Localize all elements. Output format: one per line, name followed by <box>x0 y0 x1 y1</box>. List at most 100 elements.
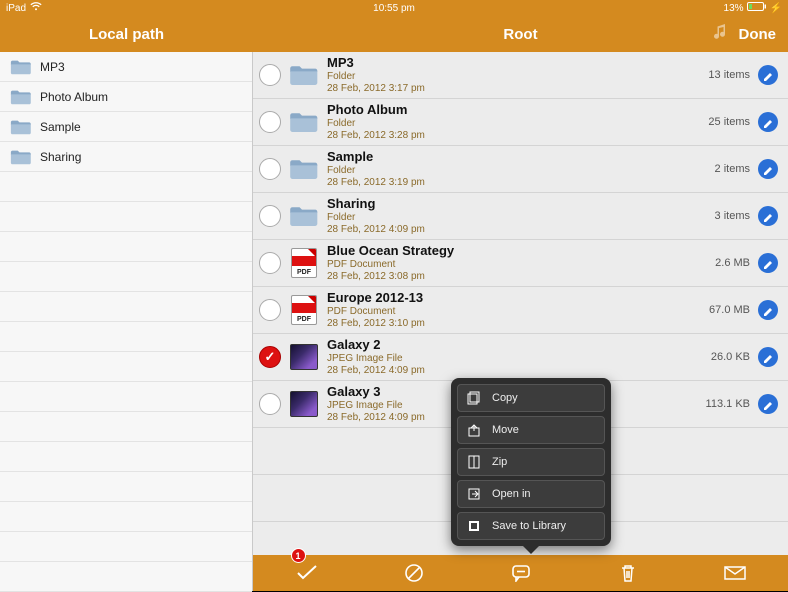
file-kind: PDF Document <box>327 259 715 271</box>
selection-circle[interactable] <box>259 299 281 321</box>
popover-item-icon <box>466 519 482 533</box>
file-date: 28 Feb, 2012 4:09 pm <box>327 224 715 236</box>
info-button[interactable] <box>758 159 778 179</box>
sidebar-item[interactable]: MP3 <box>0 52 252 82</box>
action-button[interactable] <box>501 555 541 591</box>
file-date: 28 Feb, 2012 3:17 pm <box>327 83 708 95</box>
info-button[interactable] <box>758 347 778 367</box>
content-title: Root <box>503 26 537 43</box>
sidebar-item-label: Sharing <box>40 150 81 164</box>
file-thumb <box>289 156 319 182</box>
file-kind: Folder <box>327 165 715 177</box>
pdf-icon: PDF <box>291 248 317 278</box>
popover-item-icon <box>466 455 482 469</box>
device-label: iPad <box>6 3 26 14</box>
content-header: Root Done <box>253 16 788 52</box>
wifi-icon <box>30 2 42 14</box>
file-row[interactable]: MP3 Folder 28 Feb, 2012 3:17 pm 13 items <box>253 52 788 99</box>
file-meta: 26.0 KB <box>711 351 750 363</box>
file-date: 28 Feb, 2012 3:19 pm <box>327 177 715 189</box>
file-name: Photo Album <box>327 102 708 118</box>
sidebar-item[interactable]: Photo Album <box>0 82 252 112</box>
file-row[interactable]: Sharing Folder 28 Feb, 2012 4:09 pm 3 it… <box>253 193 788 240</box>
sidebar-title: Local path <box>89 26 164 43</box>
file-kind: JPEG Image File <box>327 353 711 365</box>
file-thumb <box>289 109 319 135</box>
selection-circle[interactable] <box>259 205 281 227</box>
selection-badge: 1 <box>291 548 306 563</box>
popover-item-label: Copy <box>492 392 518 404</box>
folder-icon <box>10 119 32 135</box>
done-button[interactable]: Done <box>739 26 777 43</box>
file-meta: 25 items <box>708 116 750 128</box>
file-row[interactable]: ✓ Galaxy 2 JPEG Image File 28 Feb, 2012 … <box>253 334 788 381</box>
info-button[interactable] <box>758 300 778 320</box>
sidebar-item-label: Sample <box>40 120 81 134</box>
pdf-icon: PDF <box>291 295 317 325</box>
popover-item[interactable]: Copy <box>457 384 605 412</box>
image-thumb <box>290 344 318 370</box>
file-thumb <box>289 344 319 370</box>
clock: 10:55 pm <box>373 3 415 14</box>
popover-item[interactable]: Zip <box>457 448 605 476</box>
file-thumb <box>289 203 319 229</box>
file-thumb: PDF <box>289 297 319 323</box>
info-button[interactable] <box>758 253 778 273</box>
file-date: 28 Feb, 2012 3:08 pm <box>327 271 715 283</box>
popover-item-icon <box>466 423 482 437</box>
selection-circle[interactable] <box>259 64 281 86</box>
popover-item-icon <box>466 487 482 501</box>
selection-circle[interactable] <box>259 111 281 133</box>
file-thumb <box>289 391 319 417</box>
file-row[interactable]: PDF Blue Ocean Strategy PDF Document 28 … <box>253 240 788 287</box>
folder-icon <box>10 59 32 75</box>
file-date: 28 Feb, 2012 3:10 pm <box>327 318 709 330</box>
file-row[interactable]: Sample Folder 28 Feb, 2012 3:19 pm 2 ite… <box>253 146 788 193</box>
status-bar: iPad 10:55 pm 13% ⚡ <box>0 0 788 16</box>
file-thumb <box>289 62 319 88</box>
sidebar: MP3 Photo Album Sample Sharing <box>0 52 253 591</box>
selection-circle[interactable] <box>259 252 281 274</box>
selection-circle[interactable]: ✓ <box>259 346 281 368</box>
music-note-icon[interactable] <box>714 24 728 44</box>
popover-item-icon <box>466 391 482 405</box>
info-button[interactable] <box>758 206 778 226</box>
file-kind: Folder <box>327 71 708 83</box>
selection-circle[interactable] <box>259 158 281 180</box>
file-name: Sample <box>327 149 715 165</box>
info-button[interactable] <box>758 112 778 132</box>
file-date: 28 Feb, 2012 4:09 pm <box>327 365 711 377</box>
bottom-toolbar: 1 <box>253 555 788 591</box>
sidebar-item[interactable]: Sharing <box>0 142 252 172</box>
file-thumb: PDF <box>289 250 319 276</box>
popover-item-label: Move <box>492 424 519 436</box>
charging-icon: ⚡ <box>770 3 782 14</box>
action-popover: Copy Move Zip Open in Save to Library <box>451 378 611 546</box>
file-row[interactable]: PDF Europe 2012-13 PDF Document 28 Feb, … <box>253 287 788 334</box>
file-row[interactable]: Photo Album Folder 28 Feb, 2012 3:28 pm … <box>253 99 788 146</box>
file-meta: 2.6 MB <box>715 257 750 269</box>
content-pane: MP3 Folder 28 Feb, 2012 3:17 pm 13 items… <box>253 52 788 591</box>
select-button[interactable]: 1 <box>287 555 327 591</box>
popover-item-label: Save to Library <box>492 520 566 532</box>
file-name: Galaxy 2 <box>327 337 711 353</box>
popover-item[interactable]: Open in <box>457 480 605 508</box>
deselect-button[interactable] <box>394 555 434 591</box>
sidebar-item[interactable]: Sample <box>0 112 252 142</box>
info-button[interactable] <box>758 394 778 414</box>
selection-circle[interactable] <box>259 393 281 415</box>
file-name: Sharing <box>327 196 715 212</box>
info-button[interactable] <box>758 65 778 85</box>
file-kind: Folder <box>327 118 708 130</box>
file-kind: PDF Document <box>327 306 709 318</box>
popover-item[interactable]: Move <box>457 416 605 444</box>
popover-item[interactable]: Save to Library <box>457 512 605 540</box>
image-thumb <box>290 391 318 417</box>
file-name: MP3 <box>327 55 708 71</box>
file-kind: Folder <box>327 212 715 224</box>
file-meta: 2 items <box>715 163 750 175</box>
sidebar-item-label: MP3 <box>40 60 65 74</box>
file-meta: 67.0 MB <box>709 304 750 316</box>
mail-button[interactable] <box>715 555 755 591</box>
delete-button[interactable] <box>608 555 648 591</box>
